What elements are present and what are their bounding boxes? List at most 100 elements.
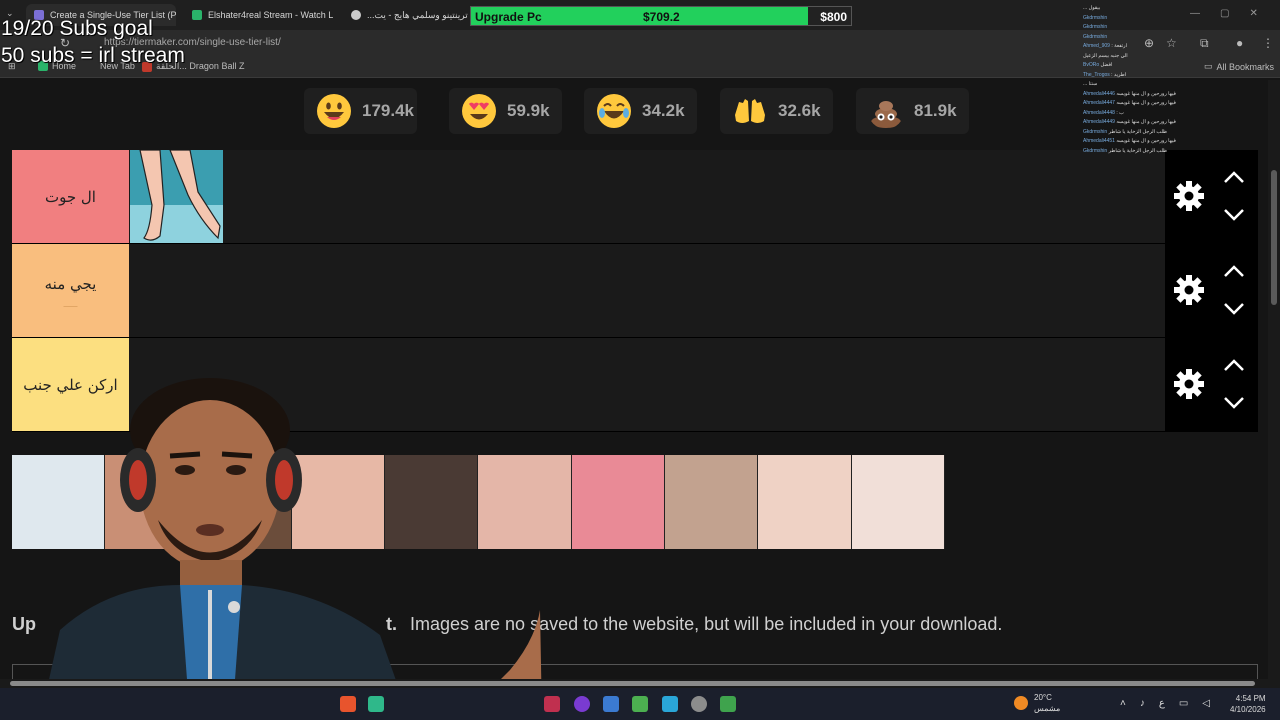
weather-widget[interactable]: 20°C مشمس	[1014, 692, 1060, 714]
language-indicator[interactable]: ع	[1159, 698, 1165, 709]
chat-text: ظلب الرجل الزخاية يا شاطر	[1108, 128, 1167, 135]
heart-eyes-emoji-icon	[462, 94, 496, 128]
reaction-laughing[interactable]: 34.2k	[584, 88, 697, 134]
weather-desc: مشمس	[1034, 704, 1061, 713]
subs-promise-text: 50 subs = irl stream	[1, 44, 185, 67]
tier-label-text: يجي منه	[44, 274, 97, 293]
chat-text: ... بيقول	[1083, 5, 1101, 11]
hscroll-thumb[interactable]	[10, 681, 1255, 686]
brave-icon[interactable]	[340, 696, 356, 712]
poo-emoji-icon	[871, 101, 901, 128]
chevron-down-icon[interactable]	[1223, 302, 1245, 316]
chevron-up-icon[interactable]	[1223, 264, 1245, 278]
taskbar: 20°C مشمس ˄ ♪ ع ▭ ◁ 4:54 PM 4/10/2026	[0, 688, 1280, 720]
chevron-down-icon[interactable]	[1223, 396, 1245, 410]
tier-controls	[1165, 338, 1258, 431]
gear-icon[interactable]	[1173, 274, 1205, 306]
chevron-up-tray-icon[interactable]: ˄	[1120, 698, 1126, 709]
tier-row: يجي منه ____	[12, 244, 1258, 338]
google-favicon-icon	[351, 10, 361, 20]
chat-username: Gkdrmshin	[1083, 128, 1108, 135]
notepad-icon[interactable]	[720, 696, 736, 712]
explorer-icon[interactable]	[603, 696, 619, 712]
clock[interactable]: 4:54 PM 4/10/2026	[1230, 693, 1266, 715]
chat-message: ... بيقول	[1083, 4, 1183, 14]
chat-username: Ahmedali4449	[1083, 119, 1115, 125]
chat-text: : ارتفعة	[1111, 43, 1127, 49]
tier-sublabel: ____	[63, 298, 78, 307]
scroll-thumb[interactable]	[1271, 170, 1277, 305]
volume-icon[interactable]: ◁	[1202, 698, 1210, 709]
tab-stream[interactable]: Elshater4real Stream - Watch L ✕	[184, 4, 338, 26]
gear-icon[interactable]	[1173, 368, 1205, 400]
app-icon[interactable]	[368, 696, 384, 712]
close-window-icon[interactable]: ✕	[1249, 8, 1257, 19]
chevron-down-icon[interactable]	[1223, 208, 1245, 222]
reaction-count: 59.9k	[507, 101, 550, 120]
chat-message: Ahmedali4448 : ب	[1083, 109, 1183, 119]
network-icon[interactable]: ▭	[1179, 698, 1188, 709]
reaction-count: 179.4k	[362, 101, 414, 120]
chevron-up-icon[interactable]	[1223, 170, 1245, 184]
extensions-icon[interactable]: ⧉	[1200, 36, 1209, 51]
stream-chat: ... بيقول Gkdrmshin Gkdrmshin Gkdrmshin A…	[1083, 4, 1183, 156]
reaction-raised-hands[interactable]: 32.6k	[720, 88, 833, 134]
pool-item-hand-image[interactable]	[851, 455, 945, 549]
menu-icon[interactable]: ⋮	[1262, 36, 1274, 50]
vertical-scrollbar[interactable]	[1268, 80, 1280, 680]
chat-text: : اطريد	[1111, 71, 1127, 78]
chat-message: Gkdrmshin	[1083, 33, 1183, 43]
tab-title: Elshater4real Stream - Watch L	[208, 10, 334, 20]
pool-item-lips-image[interactable]	[571, 455, 666, 549]
tier-label[interactable]: يجي منه ____	[12, 244, 129, 337]
maximize-icon[interactable]: ▢	[1220, 8, 1229, 19]
tab-title: ...تين ترينتينو وسلمي هايج - يت	[367, 9, 469, 20]
chat-username: Gkdrmshin	[1083, 147, 1108, 154]
chat-username: Gkdrmshin	[1083, 24, 1108, 30]
raised-hands-emoji-icon	[735, 99, 765, 123]
chat-text: فيها رورحين و ال منها غويسه	[1116, 90, 1176, 97]
chat-username: Gkdrmshin	[1083, 33, 1108, 40]
pool-item-brain-image[interactable]	[665, 455, 759, 549]
reaction-count: 81.9k	[914, 101, 957, 120]
pool-item-armpit-image[interactable]	[758, 455, 852, 549]
app-a-icon[interactable]	[544, 696, 560, 712]
obs-icon[interactable]	[574, 696, 590, 712]
tier-item-feet-image[interactable]	[130, 150, 223, 243]
profile-avatar[interactable]: ●	[1236, 36, 1243, 50]
settings-icon[interactable]	[691, 696, 707, 712]
streamer-webcam	[40, 378, 542, 720]
chat-username: The_Trogos	[1083, 71, 1110, 78]
all-bookmarks[interactable]: ▭ All Bookmarks	[1204, 61, 1274, 72]
minimize-icon[interactable]: —	[1190, 8, 1200, 19]
chat-text: افضل	[1100, 62, 1113, 68]
chat-message: The_Trogos : اطريد	[1083, 71, 1183, 81]
chat-message: Ahmedali4449 فيها رورحين و ال منها غويسه	[1083, 118, 1183, 128]
reaction-heart-eyes[interactable]: 59.9k	[449, 88, 562, 134]
upgrade-label: Upgrade Pc	[475, 10, 542, 24]
monitor-icon[interactable]	[662, 696, 678, 712]
chat-message: Ahmedali4447 فيها رورحين و ال منها غويسه	[1083, 99, 1183, 109]
tab-youtube[interactable]: ...تين ترينتينو وسلمي هايج - يت	[343, 4, 469, 26]
clock-time: 4:54 PM	[1235, 694, 1266, 703]
chat-message: Gkdrmshin ظلب الرجل الزخاية يا شاطر	[1083, 147, 1183, 157]
gear-icon[interactable]	[1173, 180, 1205, 212]
tier-label[interactable]: ال جوت	[12, 150, 129, 243]
minecraft-icon[interactable]	[632, 696, 648, 712]
chat-username: BvORo	[1083, 62, 1100, 68]
horizontal-scrollbar[interactable]	[0, 679, 1280, 688]
chat-text: الي جنبه بيسم الزعيل	[1083, 52, 1128, 59]
chat-username: Gkdrmshin	[1083, 14, 1108, 21]
smile-emoji-icon	[317, 94, 351, 128]
subs-goal-text: 19/20 Subs goal	[1, 17, 153, 40]
system-tray: ˄ ♪ ع ▭ ◁	[1120, 698, 1210, 709]
chat-message: Ahmed_909 : ارتفعة	[1083, 42, 1183, 52]
chevron-up-icon[interactable]	[1223, 358, 1245, 372]
reaction-poo[interactable]: 81.9k	[856, 88, 969, 134]
upgrade-goal: $800	[820, 10, 847, 24]
folder-icon: ▭	[1204, 61, 1213, 71]
reaction-smile[interactable]: 179.4k	[304, 88, 417, 134]
microphone-icon[interactable]: ♪	[1140, 698, 1145, 709]
chat-username: Ahmedali4448	[1083, 109, 1115, 116]
chat-message: ... سنتا	[1083, 80, 1183, 90]
